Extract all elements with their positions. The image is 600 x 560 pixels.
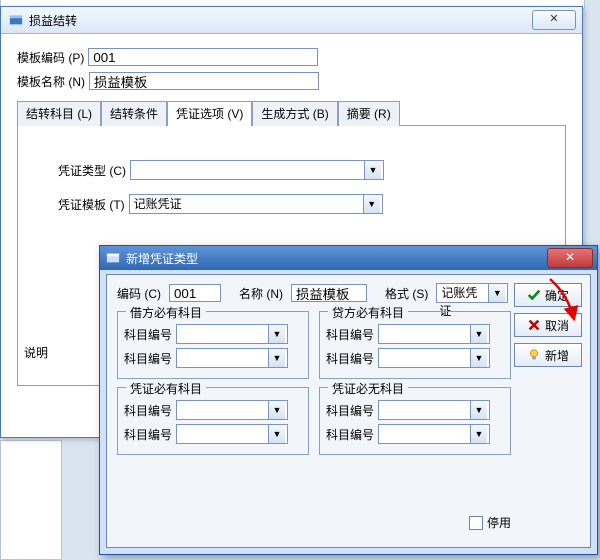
chevron-down-icon: ▼ xyxy=(268,349,285,367)
window-title: 损益结转 xyxy=(29,12,574,29)
app-icon xyxy=(106,251,120,265)
app-icon xyxy=(9,13,23,27)
group-legend: 贷方必有科目 xyxy=(328,304,408,321)
group-legend: 借方必有科目 xyxy=(126,304,206,321)
voucher-template-select[interactable]: ▼ 记账凭证 xyxy=(129,194,383,214)
note-label: 说明 xyxy=(24,344,48,361)
tab-transfer-accounts[interactable]: 结转科目 (L) xyxy=(17,101,101,126)
template-name-input[interactable] xyxy=(89,72,319,90)
chevron-down-icon: ▼ xyxy=(470,425,487,443)
chevron-down-icon: ▼ xyxy=(268,425,285,443)
template-name-label: 模板名称 (N) xyxy=(17,73,85,90)
tab-summary[interactable]: 摘要 (R) xyxy=(338,101,400,126)
close-button[interactable]: ✕ xyxy=(547,248,593,268)
new-button[interactable]: 新增 xyxy=(514,343,582,367)
account-code-select[interactable]: ▼ xyxy=(378,324,490,344)
cancel-button[interactable]: 取消 xyxy=(514,313,582,337)
code-label: 编码 (C) xyxy=(117,285,161,302)
name-label: 名称 (N) xyxy=(239,285,283,302)
code-input[interactable] xyxy=(169,284,221,302)
group-voucher-must-have: 凭证必有科目 科目编号▼ 科目编号▼ xyxy=(117,387,309,455)
titlebar[interactable]: 新增凭证类型 ✕ xyxy=(100,246,597,270)
x-icon xyxy=(527,318,541,332)
group-legend: 凭证必无科目 xyxy=(328,380,408,397)
account-code-label: 科目编号 xyxy=(124,326,172,343)
account-code-select[interactable]: ▼ xyxy=(176,324,288,344)
voucher-template-label: 凭证模板 (T) xyxy=(58,196,125,213)
account-code-select[interactable]: ▼ xyxy=(176,400,288,420)
disable-checkbox-row[interactable]: 停用 xyxy=(469,514,511,531)
tab-strip: 结转科目 (L) 结转条件 凭证选项 (V) 生成方式 (B) 摘要 (R) xyxy=(17,100,566,126)
check-icon xyxy=(527,288,541,302)
template-code-input[interactable] xyxy=(88,48,318,66)
chevron-down-icon: ▼ xyxy=(470,401,487,419)
chevron-down-icon: ▼ xyxy=(268,325,285,343)
voucher-type-label: 凭证类型 (C) xyxy=(58,162,126,179)
chevron-down-icon: ▼ xyxy=(363,195,380,213)
format-select[interactable]: ▼ 记账凭证 xyxy=(436,283,508,303)
chevron-down-icon: ▼ xyxy=(364,161,381,179)
tab-generation-mode[interactable]: 生成方式 (B) xyxy=(252,101,337,126)
lightbulb-icon xyxy=(527,348,541,362)
account-code-label: 科目编号 xyxy=(326,350,374,367)
format-label: 格式 (S) xyxy=(385,285,428,302)
chevron-down-icon: ▼ xyxy=(470,325,487,343)
checkbox-icon[interactable] xyxy=(469,516,483,530)
account-code-label: 科目编号 xyxy=(124,350,172,367)
account-code-label: 科目编号 xyxy=(326,426,374,443)
account-code-label: 科目编号 xyxy=(326,402,374,419)
titlebar[interactable]: 损益结转 ✕ xyxy=(1,7,582,34)
disable-label: 停用 xyxy=(487,514,511,531)
close-button[interactable]: ✕ xyxy=(532,10,576,30)
account-code-select[interactable]: ▼ xyxy=(378,348,490,368)
account-code-select[interactable]: ▼ xyxy=(378,424,490,444)
account-code-label: 科目编号 xyxy=(124,426,172,443)
name-input[interactable] xyxy=(291,284,367,302)
account-code-label: 科目编号 xyxy=(326,326,374,343)
group-credit-required: 贷方必有科目 科目编号▼ 科目编号▼ xyxy=(319,311,511,379)
group-debit-required: 借方必有科目 科目编号▼ 科目编号▼ xyxy=(117,311,309,379)
window-title: 新增凭证类型 xyxy=(126,250,198,267)
template-code-label: 模板编码 (P) xyxy=(17,49,84,66)
chevron-down-icon: ▼ xyxy=(470,349,487,367)
account-code-select[interactable]: ▼ xyxy=(176,424,288,444)
tab-transfer-conditions[interactable]: 结转条件 xyxy=(101,101,167,126)
chevron-down-icon: ▼ xyxy=(488,284,505,302)
group-legend: 凭证必有科目 xyxy=(126,380,206,397)
voucher-type-select[interactable]: ▼ xyxy=(130,160,384,180)
account-code-select[interactable]: ▼ xyxy=(378,400,490,420)
tab-voucher-options[interactable]: 凭证选项 (V) xyxy=(167,101,252,126)
account-code-label: 科目编号 xyxy=(124,402,172,419)
new-voucher-type-window: 新增凭证类型 ✕ 编码 (C) 名称 (N) 格式 (S) ▼ 记账凭证 借方必… xyxy=(99,245,598,555)
chevron-down-icon: ▼ xyxy=(268,401,285,419)
ok-button[interactable]: 确定 xyxy=(514,283,582,307)
account-code-select[interactable]: ▼ xyxy=(176,348,288,368)
group-voucher-must-not-have: 凭证必无科目 科目编号▼ 科目编号▼ xyxy=(319,387,511,455)
